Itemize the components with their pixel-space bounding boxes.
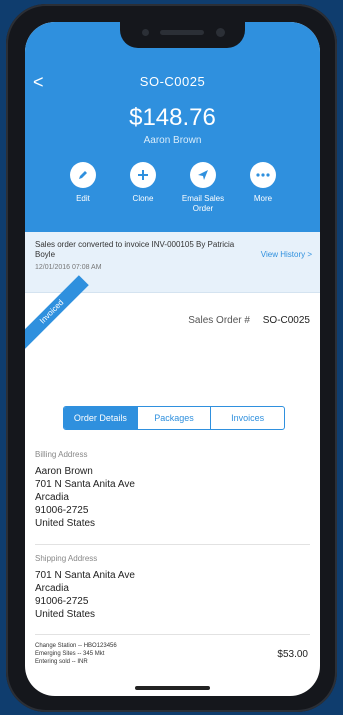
billing-line: United States: [35, 518, 96, 529]
billing-line: 91006-2725: [35, 505, 89, 516]
shipping-address-heading: Shipping Address: [35, 554, 98, 563]
edit-button[interactable]: Edit: [53, 162, 113, 204]
tab-order-details[interactable]: Order Details: [64, 407, 138, 429]
order-header: < SO-C0025 $148.76 Aaron Brown Edit Clon…: [25, 22, 320, 232]
plus-icon: [130, 162, 156, 188]
send-icon: [190, 162, 216, 188]
email-sales-order-label: Email Sales Order: [181, 194, 225, 213]
shipping-line: 91006-2725: [35, 596, 89, 607]
clone-button[interactable]: Clone: [113, 162, 173, 204]
note-line: Change Station -- HBO123456: [35, 643, 117, 649]
view-history-link[interactable]: View History >: [261, 250, 312, 259]
billing-line: Arcadia: [35, 492, 69, 503]
home-indicator[interactable]: [135, 686, 210, 690]
tab-invoices[interactable]: Invoices: [211, 407, 284, 429]
action-bar: Edit Clone Email Sales Order More: [53, 162, 293, 222]
email-sales-order-button[interactable]: Email Sales Order: [173, 162, 233, 214]
shipping-line: 701 N Santa Anita Ave: [35, 570, 135, 581]
billing-address-heading: Billing Address: [35, 450, 88, 459]
detail-tabs: Order Details Packages Invoices: [63, 406, 285, 430]
line-item-notes: Change Station -- HBO123456 Emerging Sit…: [35, 642, 117, 666]
sensor-dot: [142, 29, 149, 36]
camera-icon: [216, 28, 225, 37]
sales-order-number: SO-C0025: [262, 315, 310, 326]
line-item-amount: $53.00: [277, 649, 308, 660]
pencil-icon: [70, 162, 96, 188]
activity-timestamp: 12/01/2016 07:08 AM: [35, 264, 102, 271]
more-button[interactable]: More: [233, 162, 293, 204]
tab-packages[interactable]: Packages: [138, 407, 212, 429]
shipping-line: United States: [35, 609, 96, 620]
billing-line: Aaron Brown: [35, 466, 93, 477]
sales-order-number-row: Sales Order # SO-C0025: [188, 315, 310, 326]
more-icon: [250, 162, 276, 188]
billing-address: Aaron Brown 701 N Santa Anita Ave Arcadi…: [35, 465, 135, 530]
customer-name: Aaron Brown: [143, 135, 202, 146]
app-screen: < SO-C0025 $148.76 Aaron Brown Edit Clon…: [25, 22, 320, 696]
note-line: Entering sold -- INR: [35, 659, 88, 665]
phone-notch: [120, 22, 245, 48]
order-id-title: SO-C0025: [139, 74, 206, 89]
billing-line: 701 N Santa Anita Ave: [35, 479, 135, 490]
more-label: More: [253, 194, 273, 203]
section-divider: [35, 544, 310, 545]
speaker-grille: [160, 30, 204, 35]
clone-label: Clone: [132, 194, 154, 203]
edit-label: Edit: [76, 194, 90, 203]
activity-message: Sales order converted to invoice INV-000…: [35, 240, 235, 259]
shipping-line: Arcadia: [35, 583, 69, 594]
phone-frame: < SO-C0025 $148.76 Aaron Brown Edit Clon…: [6, 4, 337, 712]
sales-order-label: Sales Order #: [188, 315, 250, 326]
shipping-address: 701 N Santa Anita Ave Arcadia 91006-2725…: [35, 569, 135, 621]
note-line: Emerging Sites -- 345 Mkt: [35, 651, 105, 657]
section-divider: [35, 634, 310, 635]
order-amount: $148.76: [129, 104, 216, 131]
